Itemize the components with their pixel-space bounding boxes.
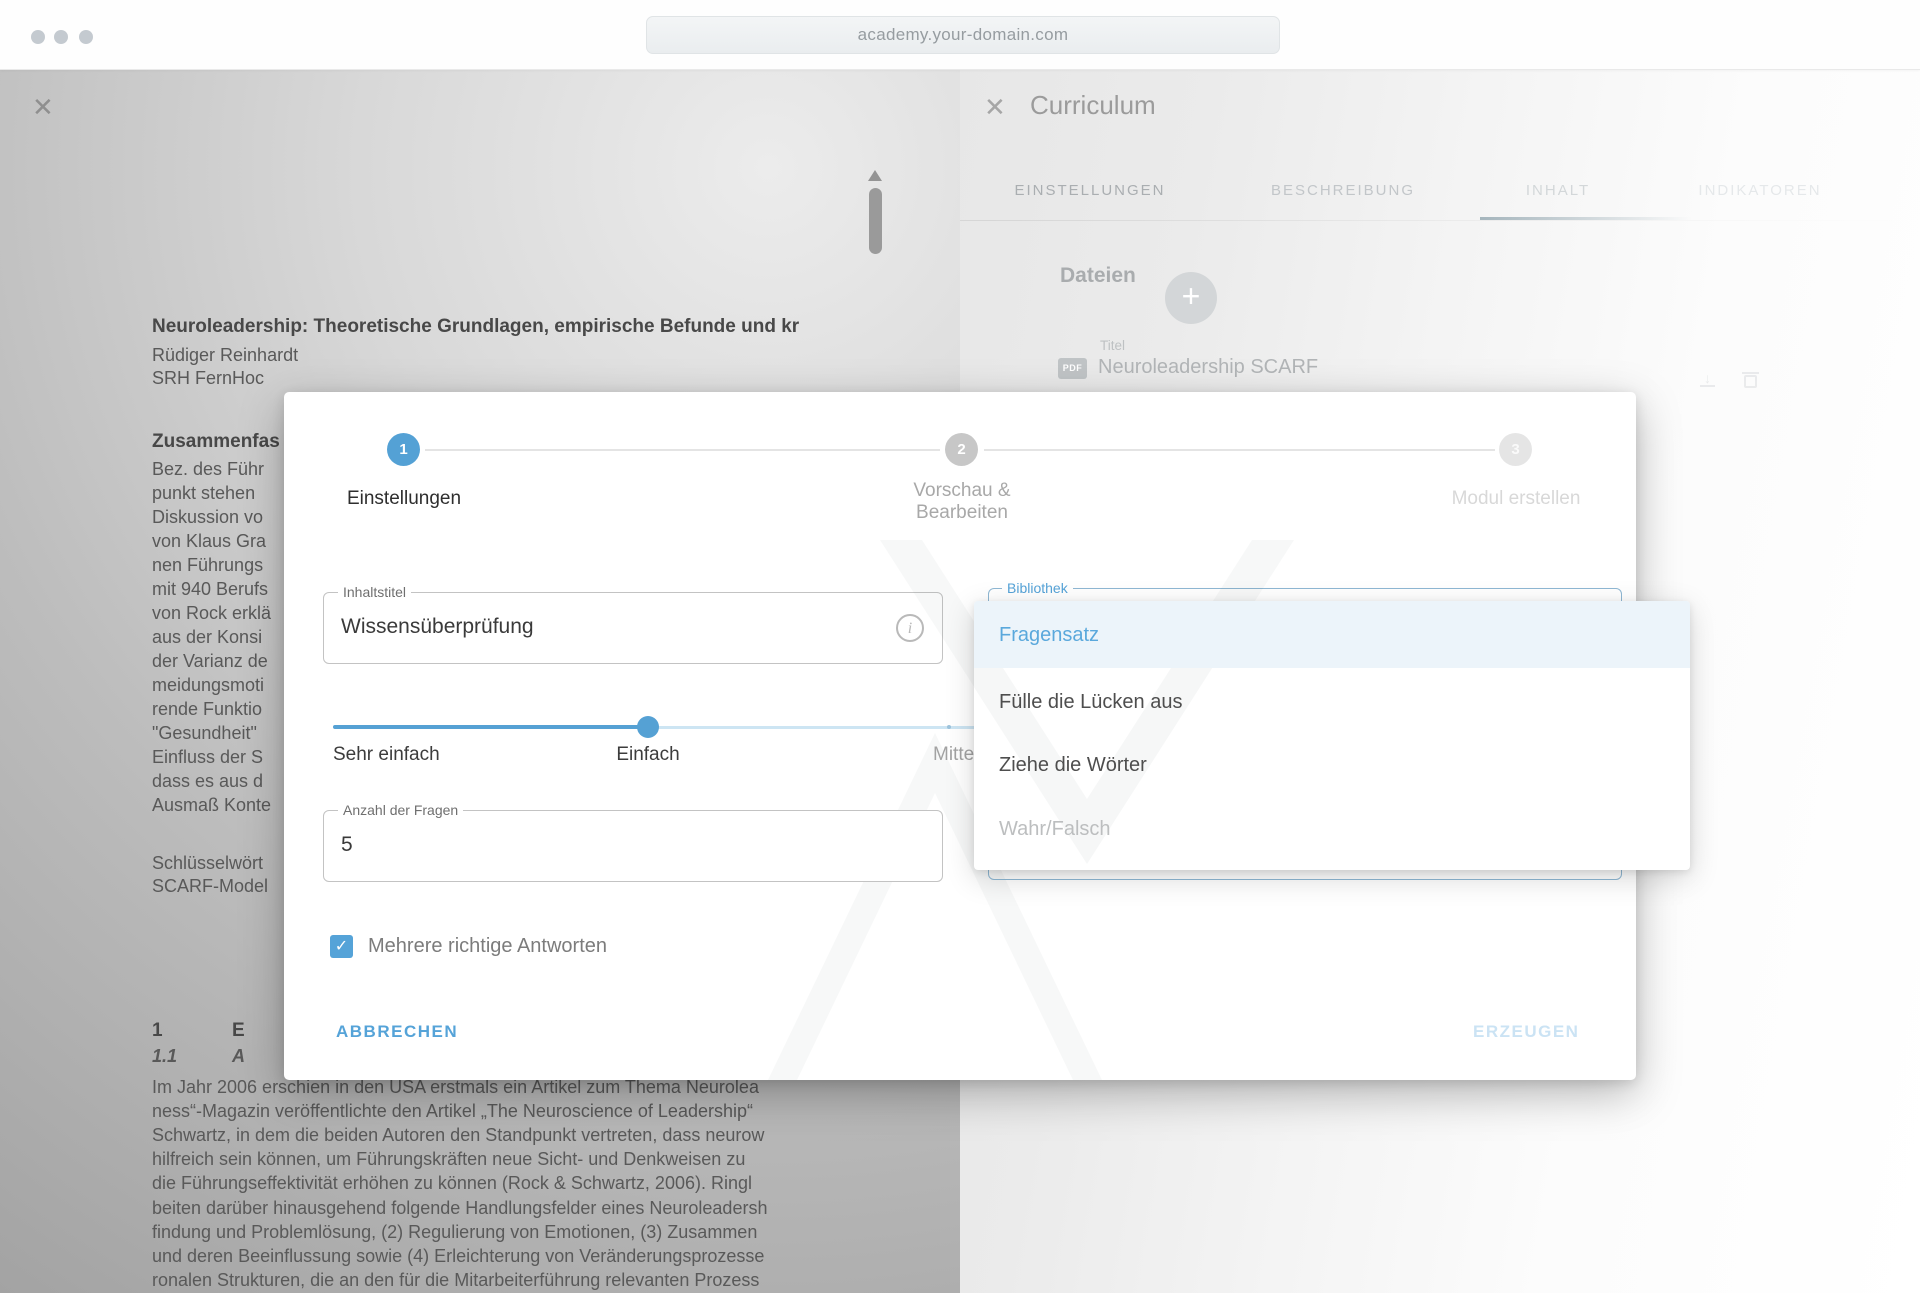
window-dot-3[interactable] — [79, 30, 93, 44]
doc-section-number: 1 — [152, 1020, 163, 1041]
difficulty-label-einfach[interactable]: Einfach — [568, 744, 728, 766]
content-title-field-value: Wissensüberprüfung — [341, 615, 534, 639]
doc-line: beiten darüber hinausgehend folgende Han… — [152, 1198, 872, 1219]
doc-subsection-number: 1.1 — [152, 1046, 177, 1066]
tab-indikatoren[interactable]: INDIKATOREN — [1698, 182, 1821, 199]
doc-affiliation: SRH FernHoc — [152, 368, 872, 389]
doc-section-text: E — [232, 1020, 245, 1042]
menu-item-ziehe-die-woerter[interactable]: Ziehe die Wörter — [999, 754, 1147, 777]
curriculum-close-icon[interactable]: ✕ — [984, 92, 1006, 123]
step-2-circle: 2 — [945, 433, 978, 466]
menu-item-wahr-falsch: Wahr/Falsch — [999, 818, 1111, 841]
difficulty-slider-track[interactable] — [649, 726, 979, 729]
curriculum-title: Curriculum — [1030, 90, 1156, 121]
address-bar[interactable]: academy.your-domain.com — [646, 16, 1280, 54]
doc-line: Im Jahr 2006 erschien in den USA erstmal… — [152, 1077, 872, 1098]
step-3-circle: 3 — [1499, 433, 1532, 466]
doc-line: Schwartz, in dem die beiden Autoren den … — [152, 1125, 872, 1146]
content-title-field[interactable]: Inhaltstitel Wissensüberprüfung i — [323, 592, 943, 664]
doc-subsection-text: A — [232, 1046, 245, 1067]
step-2-label: Vorschau & Bearbeiten — [842, 480, 1082, 524]
difficulty-slider-tick — [947, 725, 951, 729]
scrollbar-up-arrow-icon[interactable] — [868, 170, 882, 181]
files-heading: Dateien — [1060, 264, 1136, 288]
window-dot-2[interactable] — [54, 30, 68, 44]
add-file-button[interactable]: + — [1165, 272, 1217, 324]
doc-line: die Führungseffektivität erhöhen zu könn… — [152, 1173, 872, 1194]
browser-topbar: academy.your-domain.com — [0, 0, 1920, 70]
content-title-field-label: Inhaltstitel — [338, 584, 411, 600]
screen: academy.your-domain.com ✕ Neuroleadershi… — [0, 0, 1920, 1293]
question-count-field[interactable]: Anzahl der Fragen 5 — [323, 810, 943, 882]
step-2-label-line1: Vorschau & — [842, 480, 1082, 502]
tab-beschreibung[interactable]: BESCHREIBUNG — [1271, 182, 1415, 199]
download-icon[interactable]: ↓ — [1700, 372, 1715, 387]
difficulty-label-mittel[interactable]: Mitte — [933, 744, 974, 766]
doc-author: Rüdiger Reinhardt — [152, 345, 872, 366]
step-3-label: Modul erstellen — [1396, 488, 1636, 510]
menu-item-fuelle-die-luecken-aus[interactable]: Fülle die Lücken aus — [999, 691, 1182, 714]
doc-line: hilfreich sein können, um Führungskräfte… — [152, 1149, 872, 1170]
step-2-label-line2: Bearbeiten — [842, 502, 1082, 524]
stepper-connector — [425, 449, 940, 451]
file-title-label: Titel — [1100, 338, 1125, 353]
step-1-circle: 1 — [387, 433, 420, 466]
multiple-answers-checkbox[interactable]: ✓ — [330, 935, 353, 958]
scrollbar-thumb[interactable] — [869, 188, 882, 254]
file-name[interactable]: Neuroleadership SCARF — [1098, 356, 1318, 379]
tab-row-divider — [960, 220, 1920, 221]
difficulty-slider-thumb[interactable] — [637, 716, 659, 738]
difficulty-slider-track-filled[interactable] — [333, 725, 649, 729]
active-tab-indicator — [1480, 217, 1692, 220]
doc-line: ness“-Magazin veröffentlichte den Artike… — [152, 1101, 872, 1122]
doc-line: findung und Problemlösung, (2) Regulieru… — [152, 1222, 872, 1243]
library-select-label: Bibliothek — [1002, 580, 1073, 596]
info-icon[interactable]: i — [896, 614, 924, 642]
question-count-field-label: Anzahl der Fragen — [338, 802, 463, 818]
question-type-menu: Fragensatz Fülle die Lücken aus Ziehe di… — [974, 601, 1690, 870]
doc-line: und deren Beeinflussung sowie (4) Erleic… — [152, 1246, 872, 1267]
cancel-button[interactable]: ABBRECHEN — [336, 1022, 458, 1042]
document-close-icon[interactable]: ✕ — [32, 92, 54, 123]
menu-item-fragensatz[interactable]: Fragensatz — [999, 624, 1099, 647]
doc-title: Neuroleadership: Theoretische Grundlagen… — [152, 316, 872, 338]
tab-inhalt[interactable]: INHALT — [1526, 182, 1590, 199]
step-1-label: Einstellungen — [284, 488, 524, 510]
multiple-answers-label: Mehrere richtige Antworten — [368, 935, 607, 958]
difficulty-label-sehr-einfach[interactable]: Sehr einfach — [333, 744, 440, 766]
create-button[interactable]: ERZEUGEN — [1473, 1022, 1579, 1042]
question-count-field-value: 5 — [341, 833, 353, 857]
window-dot-1[interactable] — [31, 30, 45, 44]
doc-line: ronalen Strukturen, die an den für die M… — [152, 1270, 872, 1291]
pdf-file-icon: PDF — [1058, 358, 1087, 379]
stepper-connector — [984, 449, 1495, 451]
trash-icon[interactable] — [1744, 375, 1757, 388]
tab-einstellungen[interactable]: EINSTELLUNGEN — [1014, 182, 1165, 199]
